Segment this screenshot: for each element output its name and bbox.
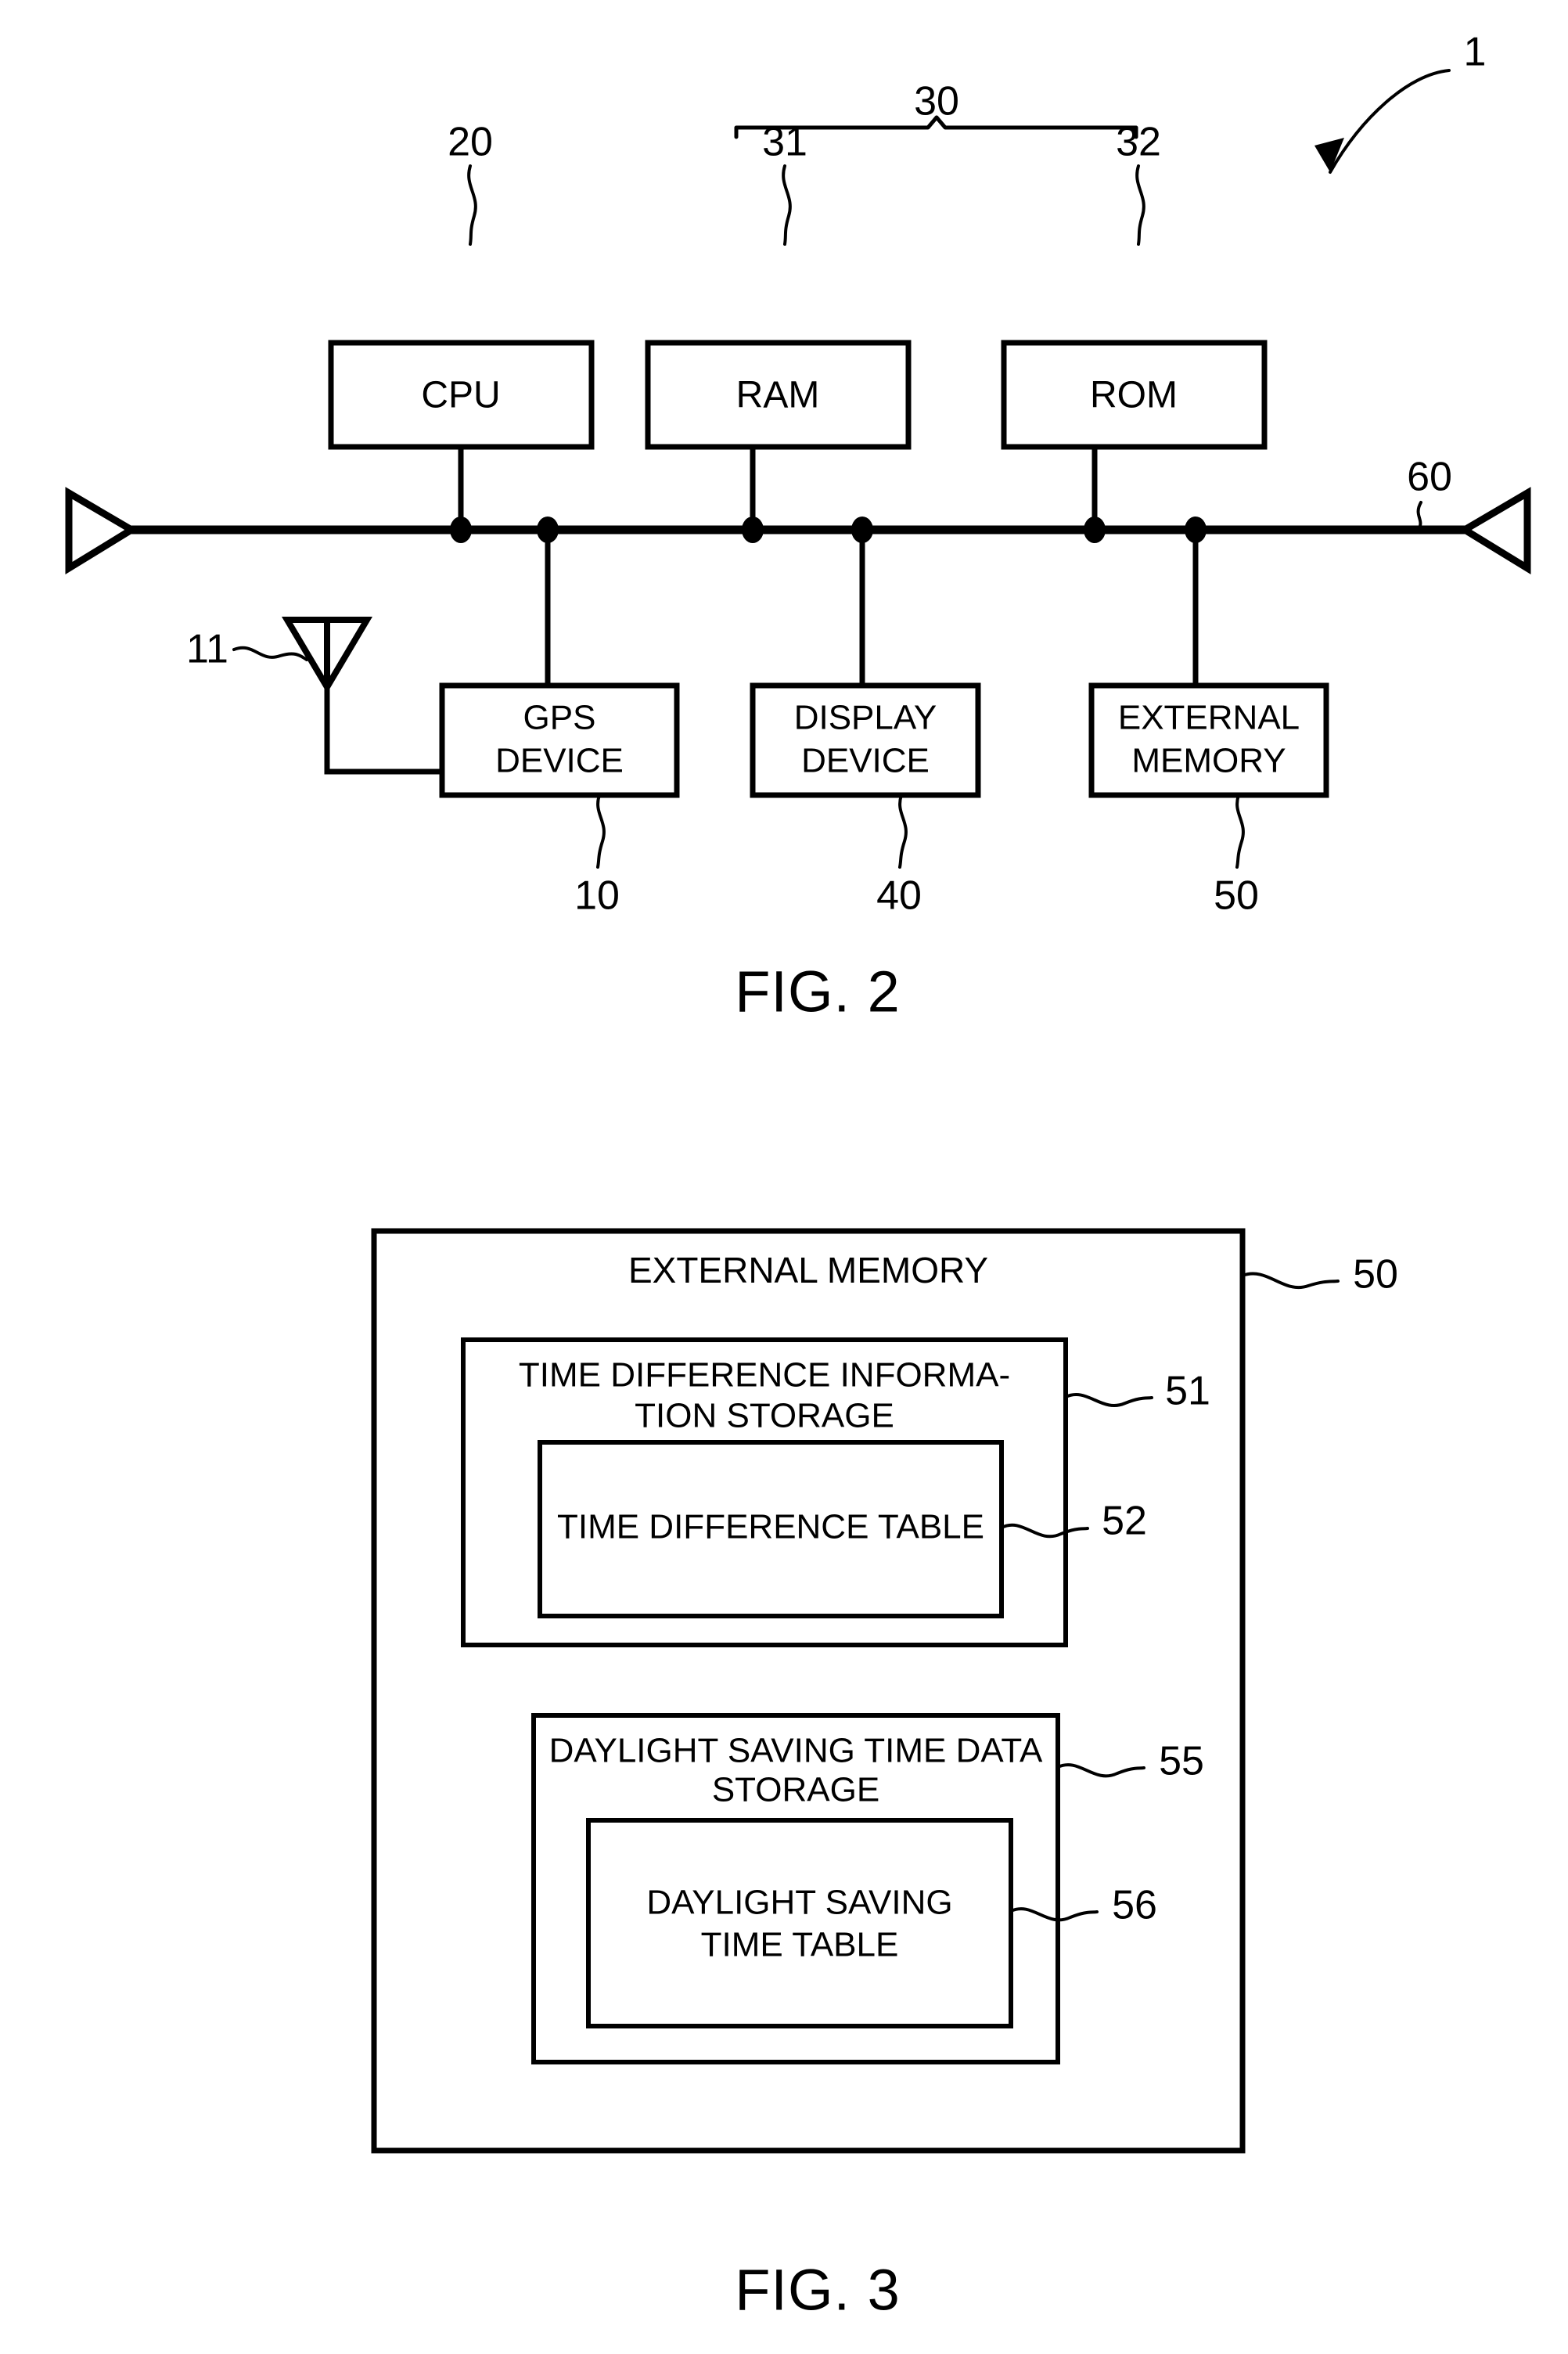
block-ram-label: RAM	[736, 375, 820, 416]
bus-junction-dot	[1084, 517, 1106, 543]
time-difference-information-storage-title-line2: TION STORAGE	[635, 1397, 894, 1435]
ref-50-fig3-callout: 50	[1241, 1252, 1398, 1298]
block-rom-label: ROM	[1090, 375, 1178, 416]
ref-31-label: 31	[762, 120, 807, 165]
daylight-saving-time-table-title-line1: DAYLIGHT SAVING	[646, 1884, 952, 1922]
figure-2: 1 30 20 31 32 CPU RAM ROM 60 11 GPS DEVI…	[65, 30, 1531, 1024]
bus-terminator-left	[65, 487, 138, 575]
time-difference-information-storage-title-line1: TIME DIFFERENCE INFORMA-	[519, 1356, 1010, 1395]
system-ref-1-callout: 1	[1314, 30, 1487, 174]
daylight-saving-time-data-storage-title-line2: STORAGE	[712, 1771, 879, 1809]
antenna-icon	[281, 617, 442, 775]
ref-60-label: 60	[1407, 455, 1452, 500]
ref-10-callout: 10	[574, 794, 620, 919]
ref-20-leader	[467, 164, 477, 246]
ref-50-fig2-leader	[1235, 794, 1245, 869]
ref-11-leader	[232, 646, 308, 661]
ref-50-fig2-label: 50	[1214, 873, 1259, 919]
ref-10-leader	[596, 794, 606, 869]
ref-31-leader	[782, 164, 792, 246]
antenna-feed-wire	[324, 687, 442, 775]
figure-3-caption: FIG. 3	[735, 2258, 901, 2323]
ref-56-label: 56	[1112, 1883, 1157, 1928]
bus-terminator-right	[1458, 487, 1531, 575]
ref-40-callout: 40	[876, 794, 922, 919]
figure-3: EXTERNAL MEMORY 50 TIME DIFFERENCE INFOR…	[371, 1228, 1398, 2323]
ref-11-label: 11	[186, 627, 228, 672]
daylight-saving-time-data-storage-title-line1: DAYLIGHT SAVING TIME DATA	[549, 1732, 1043, 1770]
ref-32-callout: 32	[1116, 120, 1161, 246]
ref-50-fig3-label: 50	[1353, 1252, 1398, 1298]
ref-50-fig2-callout: 50	[1214, 794, 1259, 919]
ref-50-fig3-leader	[1241, 1272, 1340, 1289]
external-memory-title: EXTERNAL MEMORY	[628, 1250, 988, 1290]
block-display-device-label-line2: DEVICE	[801, 742, 930, 780]
figure-2-caption: FIG. 2	[735, 959, 901, 1024]
patent-drawing-sheet: 1 30 20 31 32 CPU RAM ROM 60 11 GPS DEVI…	[0, 0, 1568, 2354]
time-difference-table-title: TIME DIFFERENCE TABLE	[557, 1508, 984, 1546]
bus-junction-dot	[742, 517, 764, 543]
block-external-memory-label-line2: MEMORY	[1131, 742, 1286, 780]
ref-31-callout: 31	[762, 120, 807, 246]
ref-20-label: 20	[448, 120, 493, 165]
block-gps-device-label-line1: GPS	[523, 699, 596, 737]
ref-60-callout: 60	[1407, 455, 1452, 532]
daylight-saving-time-table-title-line2: TIME TABLE	[701, 1926, 899, 1964]
ref-55-label: 55	[1159, 1739, 1204, 1784]
ref-52-label: 52	[1102, 1499, 1147, 1544]
system-ref-arrow-line	[1329, 69, 1451, 174]
ref-20-callout: 20	[448, 120, 493, 246]
figures-canvas: 1 30 20 31 32 CPU RAM ROM 60 11 GPS DEVI…	[65, 30, 1531, 2323]
ref-10-label: 10	[574, 873, 620, 919]
ref-32-leader	[1135, 164, 1145, 246]
block-display-device-label-line1: DISPLAY	[794, 699, 937, 737]
block-gps-device-label-line2: DEVICE	[495, 742, 624, 780]
system-ref-label: 1	[1464, 30, 1487, 75]
bus-junction-dot	[450, 517, 472, 543]
ref-40-label: 40	[876, 873, 922, 919]
ref-11-callout: 11	[186, 627, 308, 672]
ref-51-label: 51	[1165, 1369, 1210, 1414]
block-external-memory-label-line1: EXTERNAL	[1118, 699, 1300, 737]
block-cpu-label: CPU	[421, 375, 500, 416]
ref-32-label: 32	[1116, 120, 1161, 165]
ref-40-leader	[898, 794, 908, 869]
